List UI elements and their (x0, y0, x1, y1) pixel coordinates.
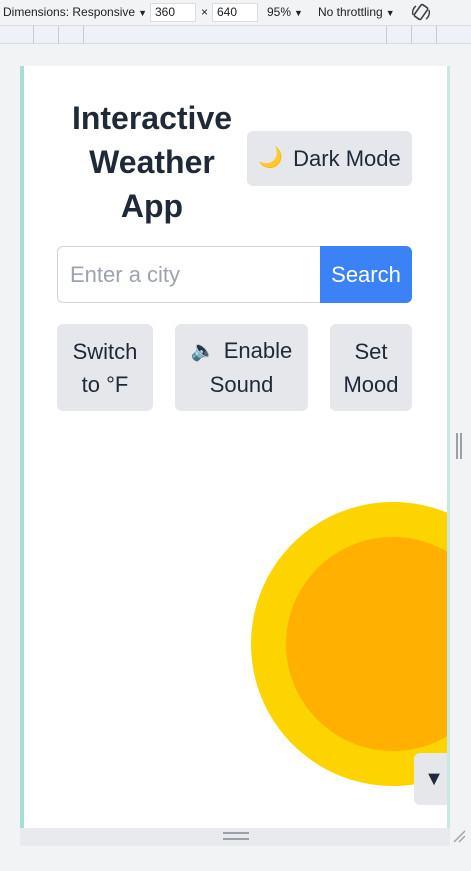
throttling-dropdown[interactable]: No throttling ▼ (318, 5, 395, 19)
resize-handle-right[interactable] (456, 433, 462, 459)
set-mood-label: Set Mood (343, 338, 399, 397)
dimensions-dropdown[interactable]: Dimensions: Responsive ▼ (3, 5, 147, 19)
device-viewport: Interactive Weather App 🌙 Dark Mode Ente… (20, 66, 450, 828)
media-query-ruler (0, 26, 471, 44)
chevron-down-icon: ▼ (385, 8, 395, 18)
speaker-icon: 🔈 (190, 340, 216, 363)
set-mood-button[interactable]: Set Mood (330, 324, 412, 411)
city-search-input[interactable]: Enter a city (57, 246, 321, 303)
chevron-down-icon: ▼ (138, 8, 147, 18)
width-input[interactable]: 360 (150, 3, 196, 22)
chevron-down-icon: ▼ (294, 8, 303, 18)
enable-sound-button[interactable]: 🔈 Enable Sound (175, 324, 308, 411)
zoom-label: 95% (267, 5, 292, 19)
zoom-dropdown[interactable]: 95% ▼ (267, 5, 303, 19)
dimensions-label: Dimensions: Responsive (3, 5, 136, 19)
search-button[interactable]: Search (320, 246, 412, 303)
throttling-label: No throttling (318, 5, 383, 19)
resize-handle-bottom[interactable] (223, 832, 249, 840)
rotate-icon[interactable] (410, 2, 432, 24)
unit-toggle-button[interactable]: Switch to °F (57, 324, 153, 411)
enable-sound-label: Enable Sound (209, 337, 293, 398)
chevron-down-icon: ▼ (424, 767, 444, 790)
resize-corner-icon[interactable] (452, 829, 466, 843)
times-separator: × (201, 5, 209, 19)
unit-toggle-label: Switch to °F (72, 338, 138, 397)
dark-mode-label: Dark Mode (293, 146, 401, 171)
dark-mode-button[interactable]: 🌙 Dark Mode (247, 131, 412, 186)
height-input[interactable]: 640 (212, 3, 258, 22)
search-placeholder: Enter a city (70, 261, 181, 287)
page-title: Interactive Weather App (71, 100, 233, 224)
devtools-toolbar: Dimensions: Responsive ▼ 360 × 640 95% ▼ N… (0, 0, 471, 26)
moon-icon: 🌙 (258, 147, 284, 169)
scroll-down-button[interactable]: ▼ (414, 753, 450, 805)
